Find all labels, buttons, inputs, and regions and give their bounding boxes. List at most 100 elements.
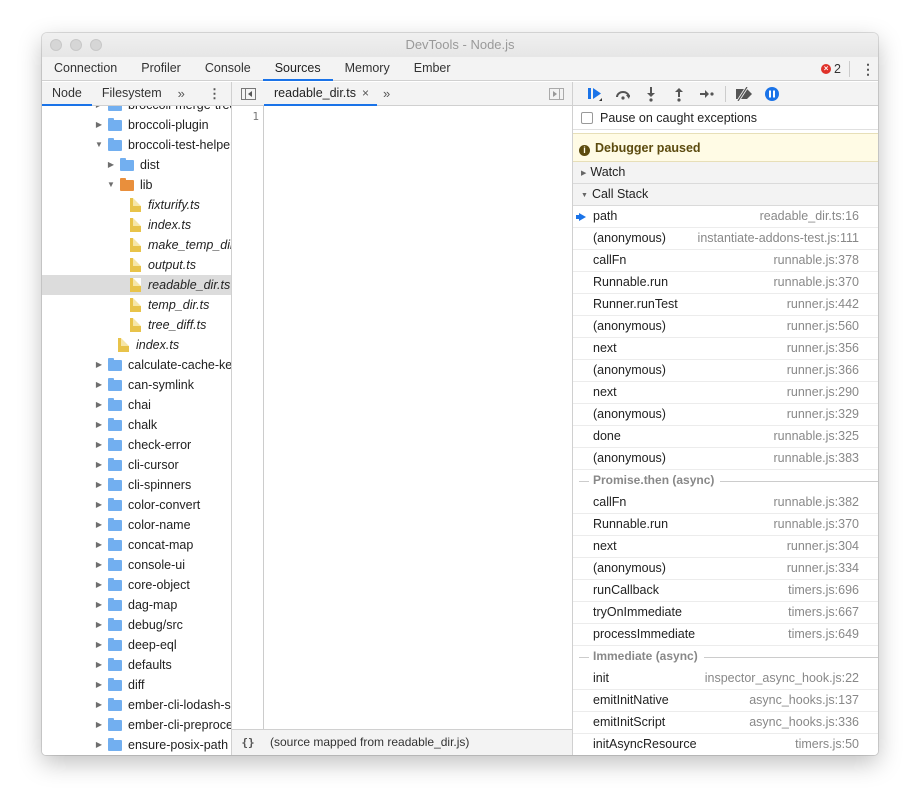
call-frame[interactable]: next runner.js:304 bbox=[573, 536, 878, 558]
expand-arrow-icon[interactable]: ▶ bbox=[94, 455, 104, 475]
frame-location-link[interactable]: runner.js:442 bbox=[787, 294, 859, 315]
tree-folder[interactable]: ▼ broccoli-test-helper bbox=[42, 135, 231, 155]
tree-file[interactable]: index.ts bbox=[42, 335, 231, 355]
expand-arrow-icon[interactable]: ▶ bbox=[94, 415, 104, 435]
frame-location-link[interactable]: runner.js:304 bbox=[787, 536, 859, 557]
line-number[interactable]: 1 bbox=[252, 110, 259, 123]
step-into-button[interactable] bbox=[637, 82, 665, 106]
call-frame[interactable]: next runner.js:290 bbox=[573, 382, 878, 404]
watch-section-header[interactable]: ▶ Watch bbox=[573, 162, 878, 184]
frame-location-link[interactable]: runner.js:290 bbox=[787, 382, 859, 403]
expand-arrow-icon[interactable]: ▶ bbox=[94, 695, 104, 715]
tab-node[interactable]: Node bbox=[42, 82, 92, 106]
frame-location-link[interactable]: async_hooks.js:336 bbox=[749, 712, 859, 733]
close-tab-icon[interactable]: × bbox=[362, 86, 369, 100]
toggle-navigator-icon[interactable] bbox=[241, 88, 256, 100]
call-frame[interactable]: done runnable.js:325 bbox=[573, 426, 878, 448]
expand-arrow-icon[interactable]: ▶ bbox=[94, 115, 104, 135]
tree-folder[interactable]: ▶ chalk bbox=[42, 415, 231, 435]
source-map-link[interactable]: (source mapped from readable_dir.js) bbox=[270, 735, 469, 749]
expand-arrow-icon[interactable]: ▶ bbox=[94, 555, 104, 575]
tree-folder[interactable]: ▶ console-ui bbox=[42, 555, 231, 575]
customize-menu-button[interactable]: ⋮ bbox=[858, 62, 878, 76]
expand-arrow-icon[interactable]: ▶ bbox=[94, 515, 104, 535]
frame-location-link[interactable]: runnable.js:382 bbox=[774, 492, 859, 513]
frame-location-link[interactable]: runner.js:560 bbox=[787, 316, 859, 337]
deactivate-breakpoints-button[interactable] bbox=[730, 82, 758, 106]
tree-folder[interactable]: ▶ core-object bbox=[42, 575, 231, 595]
tree-folder[interactable]: ▶ broccoli-plugin bbox=[42, 115, 231, 135]
more-editor-tabs-button[interactable]: » bbox=[377, 82, 396, 105]
expand-arrow-icon[interactable]: ▶ bbox=[94, 355, 104, 375]
tree-folder[interactable]: ▶ cli-cursor bbox=[42, 455, 231, 475]
frame-location-link[interactable]: runnable.js:325 bbox=[774, 426, 859, 447]
call-frame[interactable]: (anonymous) runner.js:366 bbox=[573, 360, 878, 382]
tree-folder[interactable]: ▶ dag-map bbox=[42, 595, 231, 615]
tree-folder[interactable]: ▶ debug/src bbox=[42, 615, 231, 635]
tree-folder[interactable]: ▶ dist bbox=[42, 155, 231, 175]
frame-location-link[interactable]: instantiate-addons-test.js:111 bbox=[698, 228, 859, 249]
minimize-window-button[interactable] bbox=[70, 39, 82, 51]
tree-folder[interactable]: ▶ deep-eql bbox=[42, 635, 231, 655]
tree-folder[interactable]: ▶ broccoli-merge-trees bbox=[42, 106, 231, 115]
tree-file[interactable]: output.ts bbox=[42, 255, 231, 275]
zoom-window-button[interactable] bbox=[90, 39, 102, 51]
pause-on-caught-checkbox[interactable] bbox=[581, 111, 593, 124]
tree-file[interactable]: index.ts bbox=[42, 215, 231, 235]
call-frame[interactable]: initAsyncResource timers.js:50 bbox=[573, 734, 878, 755]
code-area[interactable] bbox=[265, 106, 572, 729]
call-frame[interactable]: emitInitNative async_hooks.js:137 bbox=[573, 690, 878, 712]
tree-folder[interactable]: ▶ ensure-posix-path bbox=[42, 735, 231, 755]
pause-on-exceptions-button[interactable] bbox=[758, 82, 786, 106]
call-frame[interactable]: callFn runnable.js:378 bbox=[573, 250, 878, 272]
call-frame[interactable]: callFn runnable.js:382 bbox=[573, 492, 878, 514]
toggle-debugger-icon[interactable] bbox=[549, 88, 564, 100]
tree-folder[interactable]: ▶ color-name bbox=[42, 515, 231, 535]
call-frame[interactable]: path readable_dir.ts:16 bbox=[573, 206, 878, 228]
call-frame[interactable]: (anonymous) runner.js:334 bbox=[573, 558, 878, 580]
tree-folder[interactable]: ▶ check-error bbox=[42, 435, 231, 455]
call-frame[interactable]: (anonymous) runnable.js:383 bbox=[573, 448, 878, 470]
tree-folder[interactable]: ▶ ember-cli-lodash-subset bbox=[42, 695, 231, 715]
collapse-arrow-icon[interactable]: ▼ bbox=[94, 135, 104, 155]
call-frame[interactable]: (anonymous) runner.js:329 bbox=[573, 404, 878, 426]
tab-ember[interactable]: Ember bbox=[402, 57, 463, 80]
tree-folder[interactable]: ▶ ember-cli-preprocess-registry bbox=[42, 715, 231, 735]
frame-location-link[interactable]: runnable.js:370 bbox=[774, 272, 859, 293]
close-window-button[interactable] bbox=[50, 39, 62, 51]
tree-folder[interactable]: ▶ diff bbox=[42, 675, 231, 695]
tab-profiler[interactable]: Profiler bbox=[129, 57, 193, 80]
expand-arrow-icon[interactable]: ▶ bbox=[94, 395, 104, 415]
step-out-button[interactable] bbox=[665, 82, 693, 106]
expand-arrow-icon[interactable]: ▶ bbox=[94, 595, 104, 615]
tree-folder[interactable]: ▶ can-symlink bbox=[42, 375, 231, 395]
expand-arrow-icon[interactable]: ▶ bbox=[94, 535, 104, 555]
expand-arrow-icon[interactable]: ▶ bbox=[94, 575, 104, 595]
tree-folder[interactable]: ▶ defaults bbox=[42, 655, 231, 675]
frame-location-link[interactable]: runnable.js:378 bbox=[774, 250, 859, 271]
tree-folder[interactable]: ▶ color-convert bbox=[42, 495, 231, 515]
frame-location-link[interactable]: inspector_async_hook.js:22 bbox=[705, 668, 859, 689]
frame-location-link[interactable]: runnable.js:370 bbox=[774, 514, 859, 535]
frame-location-link[interactable]: readable_dir.ts:16 bbox=[760, 206, 859, 227]
expand-arrow-icon[interactable]: ▶ bbox=[94, 106, 104, 115]
frame-location-link[interactable]: runner.js:366 bbox=[787, 360, 859, 381]
frame-location-link[interactable]: timers.js:696 bbox=[788, 580, 859, 601]
frame-location-link[interactable]: async_hooks.js:137 bbox=[749, 690, 859, 711]
resume-button[interactable] bbox=[581, 82, 609, 106]
expand-arrow-icon[interactable]: ▶ bbox=[94, 375, 104, 395]
frame-location-link[interactable]: runnable.js:383 bbox=[774, 448, 859, 469]
call-frame[interactable]: processImmediate timers.js:649 bbox=[573, 624, 878, 646]
expand-arrow-icon[interactable]: ▶ bbox=[94, 675, 104, 695]
frame-location-link[interactable]: timers.js:50 bbox=[795, 734, 859, 755]
call-stack-section-header[interactable]: ▼ Call Stack bbox=[573, 184, 878, 206]
error-count[interactable]: 2 bbox=[834, 62, 841, 76]
error-circle-icon[interactable]: × bbox=[821, 63, 832, 74]
call-frame[interactable]: init inspector_async_hook.js:22 bbox=[573, 668, 878, 690]
collapse-arrow-icon[interactable]: ▼ bbox=[106, 175, 116, 195]
tree-file[interactable]: readable_dir.ts bbox=[42, 275, 231, 295]
expand-arrow-icon[interactable]: ▶ bbox=[94, 735, 104, 755]
call-frame[interactable]: runCallback timers.js:696 bbox=[573, 580, 878, 602]
call-frame[interactable]: Runnable.run runnable.js:370 bbox=[573, 272, 878, 294]
call-frame[interactable]: next runner.js:356 bbox=[573, 338, 878, 360]
